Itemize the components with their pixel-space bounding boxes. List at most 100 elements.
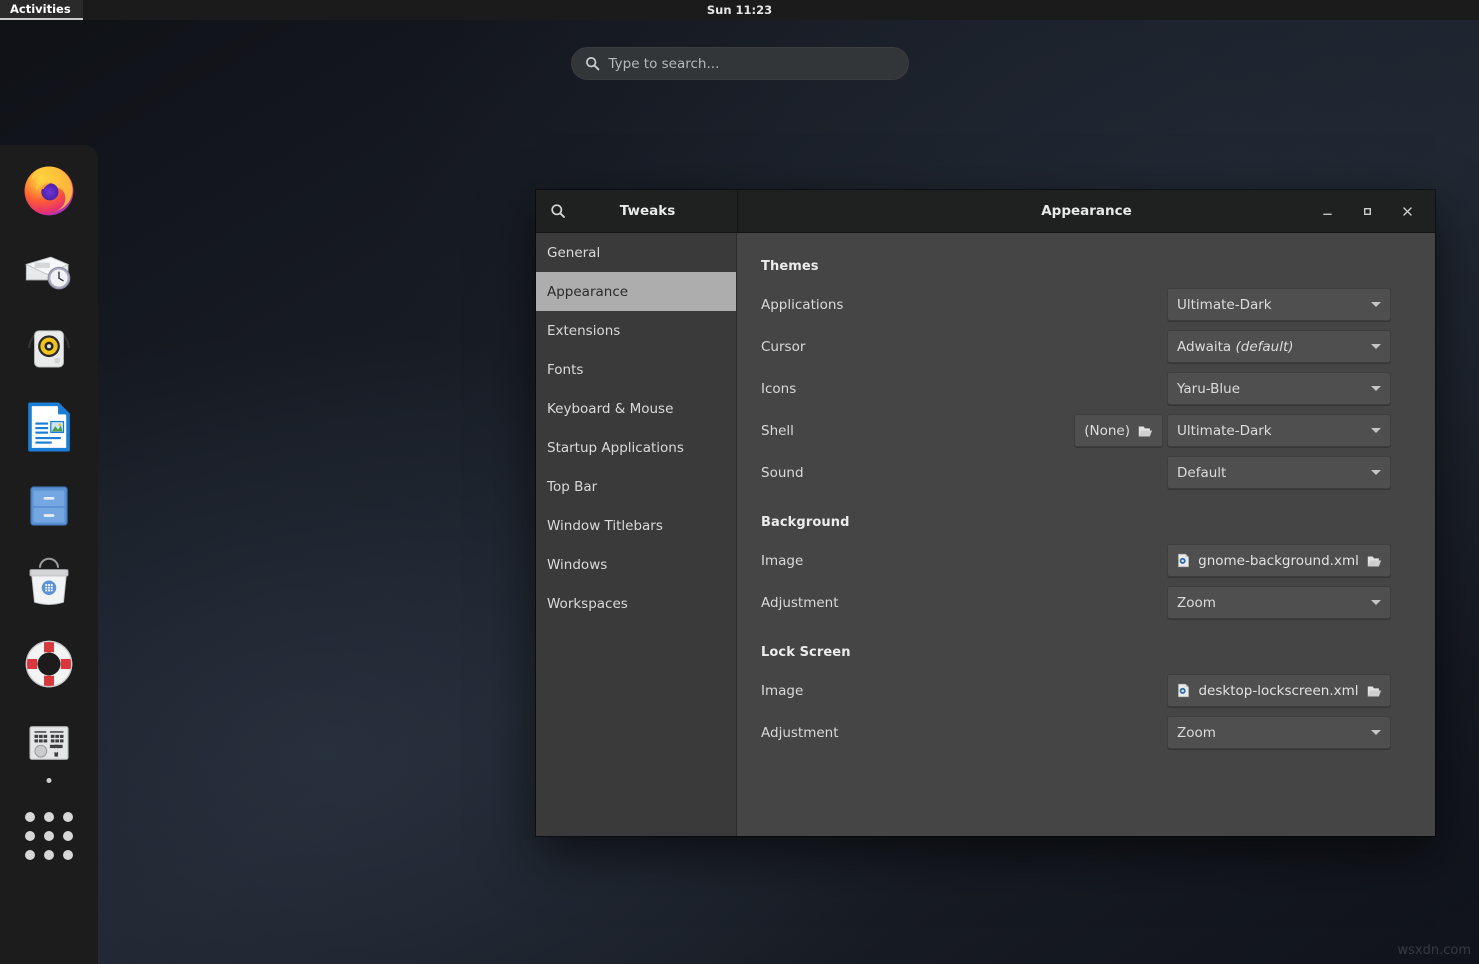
sidebar-item-appearance[interactable]: Appearance bbox=[536, 272, 736, 311]
chevron-down-icon bbox=[1371, 344, 1381, 349]
dock bbox=[0, 145, 98, 964]
dock-item-firefox[interactable] bbox=[18, 159, 80, 221]
overview-search-container: Type to search... bbox=[0, 47, 1479, 80]
grid-dot bbox=[63, 850, 73, 860]
sidebar-item-label: Workspaces bbox=[547, 596, 628, 612]
row-background-image: Image gnome-background.xml bbox=[761, 544, 1391, 577]
themes-heading: Themes bbox=[761, 259, 1391, 274]
lockscreen-image-filename: desktop-lockscreen.xml bbox=[1198, 683, 1358, 699]
sidebar-item-workspaces[interactable]: Workspaces bbox=[536, 584, 736, 623]
chevron-down-icon bbox=[1371, 386, 1381, 391]
maximize-button[interactable] bbox=[1353, 197, 1381, 225]
clock-button[interactable]: Sun 11:23 bbox=[0, 0, 1479, 20]
clock-label: Sun 11:23 bbox=[707, 3, 772, 17]
chevron-down-icon bbox=[1371, 302, 1381, 307]
lockscreen-adjustment-value: Zoom bbox=[1177, 725, 1365, 741]
activities-button[interactable]: Activities bbox=[0, 0, 83, 20]
background-adjustment-dropdown[interactable]: Zoom bbox=[1167, 586, 1391, 619]
row-label: Adjustment bbox=[761, 725, 1167, 741]
dock-item-file-cabinet[interactable] bbox=[18, 475, 80, 537]
minimize-button[interactable] bbox=[1313, 197, 1341, 225]
dock-item-gnome-tweaks[interactable] bbox=[18, 712, 80, 774]
xml-file-icon bbox=[1176, 683, 1191, 698]
dock-item-help-lifering[interactable] bbox=[18, 633, 80, 695]
sidebar-item-windows[interactable]: Windows bbox=[536, 545, 736, 584]
shell-theme-file-chooser[interactable]: (None) bbox=[1074, 414, 1163, 447]
dock-item-software-store[interactable] bbox=[18, 554, 80, 616]
chevron-down-icon bbox=[1371, 470, 1381, 475]
row-cursor-theme: Cursor Adwaita (default) bbox=[761, 330, 1391, 363]
row-lockscreen-image: Image desktop-lockscreen.xml bbox=[761, 674, 1391, 707]
sidebar-item-label: Startup Applications bbox=[547, 440, 684, 456]
libreoffice-writer-icon bbox=[20, 398, 78, 456]
lifering-help-icon bbox=[20, 635, 78, 693]
sidebar-item-keyboard-and-mouse[interactable]: Keyboard & Mouse bbox=[536, 389, 736, 428]
grid-dot bbox=[44, 850, 54, 860]
search-toggle-button[interactable] bbox=[536, 190, 580, 233]
sidebar-item-general[interactable]: General bbox=[536, 233, 736, 272]
row-icons-theme: Icons Yaru-Blue bbox=[761, 372, 1391, 405]
sidebar-item-label: Extensions bbox=[547, 323, 620, 339]
gnome-tweaks-icon bbox=[20, 714, 78, 772]
row-label: Image bbox=[761, 553, 1167, 569]
row-label: Shell bbox=[761, 423, 1074, 439]
show-applications-button[interactable] bbox=[18, 805, 80, 867]
shell-theme-dropdown[interactable]: Ultimate-Dark bbox=[1167, 414, 1391, 447]
file-cabinet-icon bbox=[20, 477, 78, 535]
lockscreen-image-file-chooser[interactable]: desktop-lockscreen.xml bbox=[1167, 674, 1391, 707]
open-folder-icon bbox=[1137, 423, 1153, 439]
mail-archive-icon bbox=[20, 240, 78, 298]
applications-theme-value: Ultimate-Dark bbox=[1177, 297, 1365, 313]
shell-theme-extra: (None) bbox=[1074, 414, 1163, 447]
icons-theme-value: Yaru-Blue bbox=[1177, 381, 1365, 397]
sidebar-item-label: Fonts bbox=[547, 362, 583, 378]
sidebar-item-top-bar[interactable]: Top Bar bbox=[536, 467, 736, 506]
background-image-file-chooser[interactable]: gnome-background.xml bbox=[1167, 544, 1391, 577]
sidebar-item-startup-applications[interactable]: Startup Applications bbox=[536, 428, 736, 467]
row-label: Image bbox=[761, 683, 1167, 699]
lockscreen-adjustment-dropdown[interactable]: Zoom bbox=[1167, 716, 1391, 749]
dock-item-mail-archive[interactable] bbox=[18, 238, 80, 300]
search-icon bbox=[550, 203, 566, 219]
tweaks-window: Tweaks Appearance bbox=[536, 190, 1435, 836]
search-input[interactable]: Type to search... bbox=[571, 47, 909, 80]
grid-dot bbox=[25, 850, 35, 860]
row-shell-theme: Shell (None) Ultimate-Dark bbox=[761, 414, 1391, 447]
sidebar-item-label: General bbox=[547, 245, 600, 261]
open-folder-icon bbox=[1366, 553, 1382, 569]
row-sound-theme: Sound Default bbox=[761, 456, 1391, 489]
applications-theme-dropdown[interactable]: Ultimate-Dark bbox=[1167, 288, 1391, 321]
sidebar-item-label: Windows bbox=[547, 557, 607, 573]
sidebar-item-extensions[interactable]: Extensions bbox=[536, 311, 736, 350]
sidebar-item-label: Top Bar bbox=[547, 479, 597, 495]
window-titlebar[interactable]: Tweaks Appearance bbox=[536, 190, 1435, 233]
app-title: Tweaks bbox=[580, 203, 737, 219]
window-body: General Appearance Extensions Fonts Keyb… bbox=[536, 233, 1435, 836]
grid-dot bbox=[25, 831, 35, 841]
running-indicator-dot bbox=[47, 778, 52, 783]
appearance-settings-panel: Themes Applications Ultimate-Dark Cursor… bbox=[737, 233, 1435, 836]
cursor-theme-value: Adwaita (default) bbox=[1177, 339, 1365, 355]
xml-file-icon bbox=[1176, 553, 1191, 568]
chevron-down-icon bbox=[1371, 730, 1381, 735]
background-image-filename: gnome-background.xml bbox=[1198, 553, 1359, 569]
sound-theme-dropdown[interactable]: Default bbox=[1167, 456, 1391, 489]
sidebar-item-label: Keyboard & Mouse bbox=[547, 401, 673, 417]
dock-item-rhythmbox[interactable] bbox=[18, 317, 80, 379]
sidebar-item-fonts[interactable]: Fonts bbox=[536, 350, 736, 389]
chevron-down-icon bbox=[1371, 600, 1381, 605]
sidebar-nav: General Appearance Extensions Fonts Keyb… bbox=[536, 233, 737, 836]
grid-dot bbox=[63, 812, 73, 822]
grid-dot bbox=[63, 831, 73, 841]
close-button[interactable] bbox=[1393, 197, 1421, 225]
search-icon bbox=[585, 56, 600, 71]
shell-theme-value: Ultimate-Dark bbox=[1177, 423, 1365, 439]
row-lockscreen-adjustment: Adjustment Zoom bbox=[761, 716, 1391, 749]
sidebar-item-window-titlebars[interactable]: Window Titlebars bbox=[536, 506, 736, 545]
icons-theme-dropdown[interactable]: Yaru-Blue bbox=[1167, 372, 1391, 405]
titlebar-left-pane: Tweaks bbox=[536, 190, 738, 232]
row-label: Applications bbox=[761, 297, 1167, 313]
row-label: Icons bbox=[761, 381, 1167, 397]
cursor-theme-dropdown[interactable]: Adwaita (default) bbox=[1167, 330, 1391, 363]
dock-item-libreoffice-writer[interactable] bbox=[18, 396, 80, 458]
